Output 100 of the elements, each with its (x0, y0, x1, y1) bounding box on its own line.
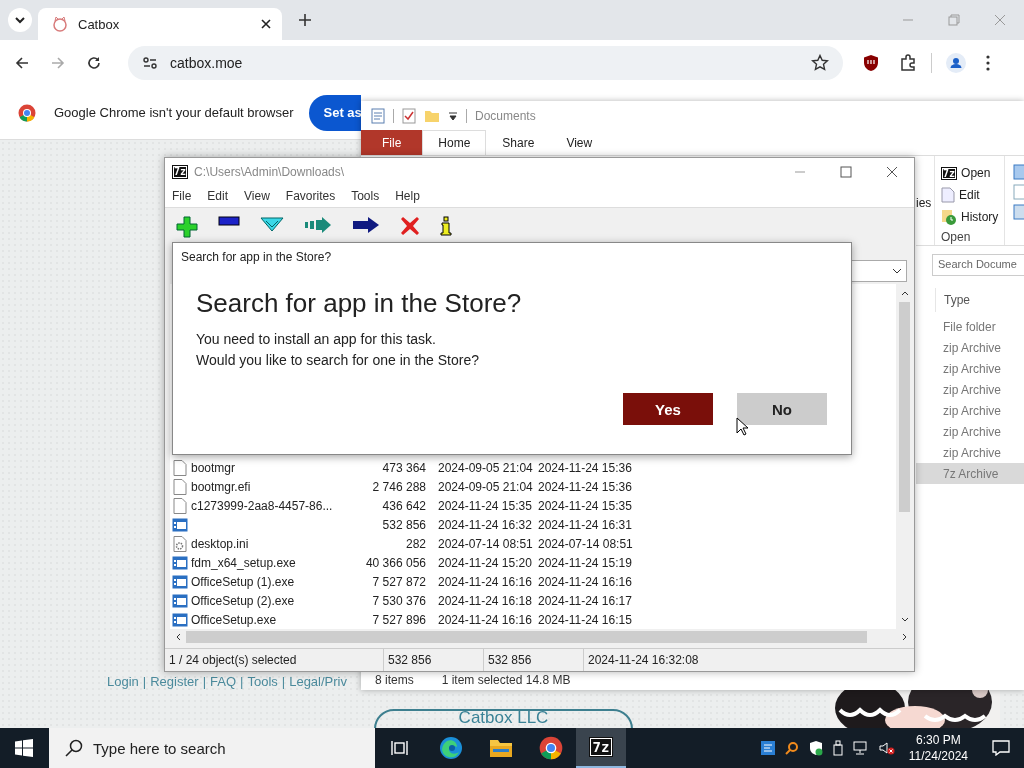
taskbar-app[interactable]: 7z (576, 728, 626, 768)
info-icon[interactable] (440, 216, 452, 236)
star-icon[interactable] (811, 54, 829, 72)
ribbon-command[interactable]: Edit (941, 184, 999, 206)
set-default-button[interactable]: Set as (309, 94, 362, 131)
plus-icon[interactable] (298, 13, 312, 27)
shield-icon[interactable] (863, 54, 879, 72)
date-cell-text: 2024-07-14 08:51 (438, 536, 534, 551)
app-logo-icon: 7z (588, 737, 614, 757)
menu-item[interactable]: Tools (351, 189, 380, 203)
document-icon (941, 187, 955, 203)
chevron-down-icon[interactable] (8, 8, 32, 32)
file-name[interactable]: bootmgr (191, 460, 341, 475)
dialog-message: Would you like to search for one in the Store? (196, 351, 480, 370)
date-cell-text: 2024-11-24 15:20 (438, 555, 533, 570)
menu-item[interactable]: Help (395, 189, 420, 203)
status-text: 532 856 (384, 649, 484, 671)
type-cell[interactable]: zip Archive (916, 337, 1024, 358)
path-field[interactable] (851, 260, 907, 282)
chrome-logo-icon (18, 103, 36, 122)
scrollbar[interactable] (896, 284, 913, 629)
date-cell-text: 2024-11-24 15:36 (538, 460, 633, 475)
speaker-muted-icon[interactable] (878, 741, 895, 755)
delete-icon[interactable] (400, 216, 420, 236)
yes-button[interactable]: Yes (623, 393, 713, 425)
minus-icon[interactable] (218, 216, 240, 226)
address-field[interactable]: catbox.moe (128, 46, 843, 80)
menu-item[interactable]: Edit (207, 189, 229, 203)
clock-date[interactable]: 11/24/2024 (908, 748, 968, 764)
type-cell[interactable]: zip Archive (916, 379, 1024, 400)
infobar-message: Google Chrome isn't your default browser (54, 105, 294, 120)
maximize-icon[interactable] (840, 165, 852, 178)
ribbon-tab[interactable]: File (361, 130, 423, 155)
layout-icon[interactable] (1013, 162, 1024, 222)
file-name[interactable]: OfficeSetup (1).exe (191, 574, 341, 589)
search-field[interactable]: Search Docume (932, 254, 1024, 276)
scrollbar-thumb[interactable] (186, 630, 867, 643)
no-button[interactable]: No (737, 393, 827, 425)
date-cell-text: 2024-11-24 15:36 (538, 479, 633, 494)
type-cell[interactable]: zip Archive (916, 400, 1024, 421)
menu-item[interactable]: Favorites (285, 189, 336, 203)
menu-item[interactable]: File (172, 189, 192, 203)
size-cell-text: 436 642 (381, 498, 426, 513)
shield-icon[interactable] (808, 740, 823, 756)
puzzle-icon[interactable] (899, 54, 917, 72)
menu-item[interactable]: View (244, 189, 270, 203)
file-name[interactable]: OfficeSetup.exe (191, 612, 341, 627)
close-icon[interactable] (260, 18, 272, 30)
date-cell-text: 2024-11-24 16:18 (438, 593, 533, 608)
date-cell-text: 2024-11-24 16:15 (538, 612, 633, 627)
taskbar-search-field[interactable]: Type here to search (49, 728, 375, 768)
size-cell-text: 7 527 896 (371, 612, 426, 627)
type-cell[interactable]: zip Archive (916, 358, 1024, 379)
ribbon-command[interactable]: 7z Open (941, 162, 999, 184)
size-cell-text: 7 530 376 (371, 593, 426, 608)
item-count: 8 items (375, 673, 414, 687)
file-name[interactable]: fdm_x64_setup.exe (191, 555, 341, 570)
network-icon[interactable] (852, 741, 869, 755)
profile-icon[interactable] (946, 53, 966, 73)
arrow-icon[interactable] (352, 216, 380, 234)
sliders-icon[interactable] (142, 55, 158, 71)
size-cell-text: 2 746 288 (371, 479, 426, 494)
column-header[interactable]: Type (935, 288, 1024, 312)
chevron-down-icon[interactable] (892, 268, 902, 274)
date-cell-text: 2024-09-05 21:04 (438, 479, 534, 494)
separator-text: | (202, 674, 206, 689)
back-icon[interactable] (14, 55, 30, 71)
ribbon-tab[interactable]: Home (422, 130, 487, 155)
ribbon-command[interactable]: History (941, 206, 999, 228)
menu-icon[interactable] (986, 55, 990, 71)
date-cell-text: 2024-07-14 08:51 (538, 536, 634, 551)
browser-tab[interactable]: Catbox (38, 8, 282, 40)
windows-logo-icon[interactable] (15, 739, 33, 757)
dialog-title: Search for app in the Store? (181, 250, 333, 264)
size-cell-text: 40 366 056 (364, 555, 426, 570)
clock-time[interactable]: 6:30 PM (916, 732, 961, 748)
date-cell-text: 2024-11-24 16:16 (538, 574, 633, 589)
checkmark-icon[interactable] (260, 216, 284, 232)
plus-icon[interactable] (176, 216, 198, 238)
scrollbar-thumb[interactable] (899, 302, 910, 512)
file-name[interactable]: desktop.ini (191, 536, 341, 551)
file-name[interactable]: c1273999-2aa8-4457-86... (191, 498, 341, 513)
footer-link[interactable]: Login (107, 674, 139, 689)
type-cell[interactable]: zip Archive (916, 442, 1024, 463)
double-arrow-icon[interactable] (304, 216, 332, 234)
reload-icon[interactable] (86, 55, 102, 71)
file-name[interactable]: OfficeSetup (2).exe (191, 593, 341, 608)
dropdown-icon[interactable] (448, 110, 458, 121)
checklist-icon[interactable] (402, 107, 416, 124)
app-tray-icon[interactable] (760, 741, 775, 755)
type-cell[interactable]: File folder (916, 316, 1024, 337)
type-cell[interactable]: zip Archive (916, 421, 1024, 442)
ribbon-tab[interactable]: Share (486, 130, 551, 155)
magnifier-icon[interactable] (784, 741, 799, 755)
close-icon[interactable] (886, 165, 898, 178)
notification-icon[interactable] (992, 740, 1010, 756)
file-name[interactable]: bootmgr.efi (191, 479, 341, 494)
usb-drive-icon[interactable] (832, 740, 843, 756)
ribbon-tab[interactable]: View (550, 130, 609, 155)
separator-text: | (240, 674, 244, 689)
